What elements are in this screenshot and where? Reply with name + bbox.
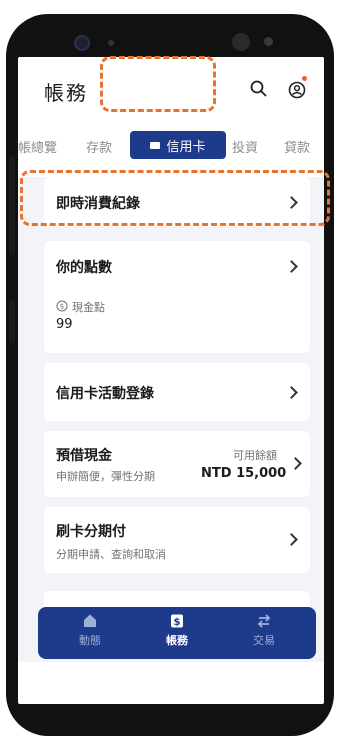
app-header: 帳務 帳總覽 存款 信用卡 投資 貸款	[18, 57, 324, 177]
notification-dot	[302, 76, 307, 81]
instant-spending-row[interactable]: 即時消費紀錄	[44, 177, 310, 227]
rear-camera-icon	[232, 33, 250, 51]
tab-deposit[interactable]: 存款	[86, 137, 112, 156]
installment-row[interactable]: 刷卡分期付 分期申請、查詢和取消	[44, 507, 310, 573]
search-icon[interactable]	[249, 79, 269, 99]
front-camera-icon	[74, 35, 90, 51]
svg-text:$: $	[174, 617, 181, 628]
nav-label-transaction: 交易	[253, 634, 275, 647]
profile-icon[interactable]	[286, 79, 308, 101]
nav-item-accounts[interactable]: $ 帳務	[147, 613, 207, 648]
nav-item-transaction[interactable]: 交易	[234, 613, 294, 648]
side-button-upper	[9, 156, 15, 256]
card-events-title: 信用卡活動登錄	[56, 386, 154, 402]
dollar-icon: $	[171, 614, 183, 628]
chevron-right-icon	[285, 533, 298, 546]
available-balance-label: 可用餘額	[233, 449, 277, 462]
points-title: 你的點數	[56, 260, 112, 276]
app-screen: 帳務 帳總覽 存款 信用卡 投資 貸款 即時消費紀錄 你的點數 $ 現金點 99…	[18, 57, 324, 697]
svg-text:$: $	[60, 303, 64, 311]
card-events-row[interactable]: 信用卡活動登錄	[44, 363, 310, 421]
tab-credit-card-label: 信用卡	[166, 139, 206, 155]
sensor-dot	[108, 40, 114, 46]
cash-advance-row[interactable]: 預借現金 申辦簡便，彈性分期 可用餘額 NTD 15,000	[44, 431, 310, 497]
instant-spending-title: 即時消費紀錄	[56, 196, 140, 212]
tab-loan[interactable]: 貸款	[284, 137, 310, 156]
chevron-right-icon	[285, 260, 298, 273]
nav-label-accounts: 帳務	[166, 634, 188, 647]
account-tabs: 帳總覽 存款 信用卡 投資 貸款	[18, 131, 324, 163]
screen-bottom-area	[18, 662, 324, 704]
tab-credit-card[interactable]: 信用卡	[130, 131, 226, 159]
tab-investment[interactable]: 投資	[232, 137, 258, 156]
points-card[interactable]: 你的點數 $ 現金點 99	[44, 241, 310, 353]
side-button-lower	[9, 300, 15, 344]
nav-item-activity[interactable]: 動態	[60, 613, 120, 648]
cash-points-value: 99	[56, 317, 73, 332]
chevron-right-icon	[285, 386, 298, 399]
installment-title: 刷卡分期付	[56, 524, 126, 540]
tab-overview[interactable]: 帳總覽	[18, 137, 57, 156]
cash-advance-subtitle: 申辦簡便，彈性分期	[56, 470, 155, 483]
bottom-nav: 動態 $ 帳務 交易	[38, 607, 316, 659]
credit-card-icon	[150, 141, 161, 149]
cash-points-label: 現金點	[72, 301, 105, 314]
nav-label-activity: 動態	[79, 634, 101, 647]
swap-icon	[257, 614, 271, 628]
available-balance-value: NTD 15,000	[201, 466, 287, 481]
installment-subtitle: 分期申請、查詢和取消	[56, 548, 166, 561]
flash-dot	[264, 37, 273, 46]
chevron-right-icon	[285, 196, 298, 209]
cash-points-icon: $	[56, 300, 68, 312]
page-title: 帳務	[44, 81, 88, 105]
chevron-right-icon	[289, 457, 302, 470]
home-icon	[84, 614, 96, 627]
cash-advance-title: 預借現金	[56, 448, 112, 464]
